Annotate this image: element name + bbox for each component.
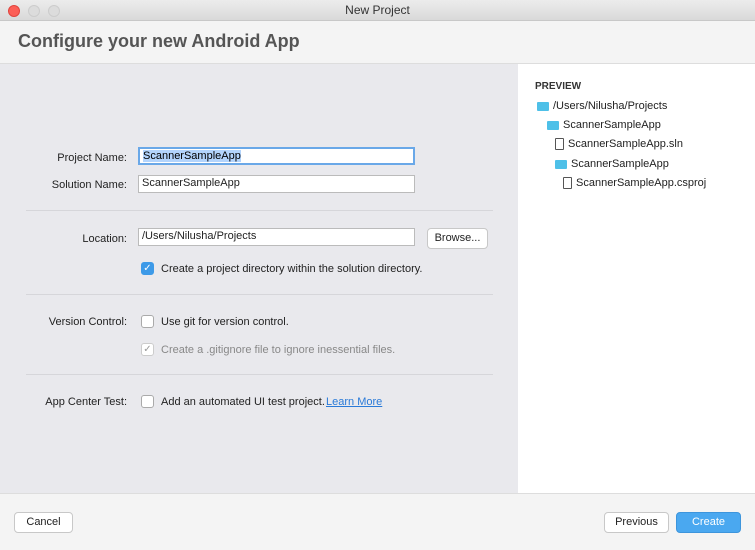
solution-name-label: Solution Name: bbox=[51, 179, 127, 191]
tree-item: ScannerSampleApp bbox=[555, 158, 669, 170]
minimize-window-button[interactable] bbox=[28, 5, 40, 17]
location-label: Location: bbox=[82, 233, 127, 245]
browse-button[interactable]: Browse... bbox=[427, 228, 488, 249]
project-name-label: Project Name: bbox=[57, 152, 127, 164]
app-center-test-label: App Center Test: bbox=[45, 396, 127, 408]
create-directory-checkbox[interactable]: ✓ bbox=[141, 262, 154, 275]
tree-item-label: /Users/Nilusha/Projects bbox=[553, 100, 668, 112]
folder-icon bbox=[547, 120, 559, 130]
tree-item-label: ScannerSampleApp.csproj bbox=[576, 177, 707, 189]
gitignore-label: Create a .gitignore file to ignore iness… bbox=[161, 344, 396, 356]
zoom-window-button[interactable] bbox=[48, 5, 60, 17]
project-name-value: ScannerSampleApp bbox=[143, 150, 241, 162]
use-git-label: Use git for version control. bbox=[161, 316, 289, 328]
solution-name-input[interactable]: ScannerSampleApp bbox=[138, 175, 415, 193]
file-icon bbox=[555, 138, 564, 150]
version-control-label: Version Control: bbox=[48, 316, 127, 328]
close-window-button[interactable] bbox=[8, 5, 20, 17]
preview-panel: PREVIEW /Users/Nilusha/Projects ScannerS… bbox=[518, 64, 755, 493]
page-title: Configure your new Android App bbox=[18, 31, 300, 51]
tree-item-label: ScannerSampleApp bbox=[571, 158, 669, 170]
file-icon bbox=[563, 177, 572, 189]
divider bbox=[26, 294, 493, 295]
tree-item: ScannerSampleApp bbox=[547, 119, 661, 131]
header: Configure your new Android App bbox=[0, 21, 755, 64]
preview-title: PREVIEW bbox=[535, 81, 582, 92]
project-name-input[interactable]: ScannerSampleApp bbox=[138, 147, 415, 165]
folder-icon bbox=[537, 101, 549, 111]
form-panel: Project Name: ScannerSampleApp Solution … bbox=[0, 64, 518, 493]
create-button[interactable]: Create bbox=[676, 512, 741, 533]
tree-item-label: ScannerSampleApp bbox=[563, 119, 661, 131]
folder-icon bbox=[555, 159, 567, 169]
gitignore-checkbox[interactable]: ✓ bbox=[141, 343, 154, 356]
tree-item: /Users/Nilusha/Projects bbox=[537, 100, 667, 112]
cancel-button[interactable]: Cancel bbox=[14, 512, 73, 533]
ui-test-label: Add an automated UI test project. bbox=[161, 396, 325, 408]
divider bbox=[26, 374, 493, 375]
use-git-checkbox[interactable] bbox=[141, 315, 154, 328]
window-title: New Project bbox=[345, 3, 410, 17]
tree-item: ScannerSampleApp.csproj bbox=[563, 177, 706, 189]
learn-more-link[interactable]: Learn More bbox=[326, 396, 382, 408]
location-input[interactable]: /Users/Nilusha/Projects bbox=[138, 228, 415, 246]
ui-test-checkbox[interactable] bbox=[141, 395, 154, 408]
tree-item: ScannerSampleApp.sln bbox=[555, 138, 683, 150]
divider bbox=[26, 210, 493, 211]
tree-item-label: ScannerSampleApp.sln bbox=[568, 138, 683, 150]
footer: Cancel Previous Create bbox=[0, 493, 755, 550]
title-bar: New Project bbox=[0, 0, 755, 21]
create-directory-label: Create a project directory within the so… bbox=[161, 263, 423, 275]
previous-button[interactable]: Previous bbox=[604, 512, 669, 533]
